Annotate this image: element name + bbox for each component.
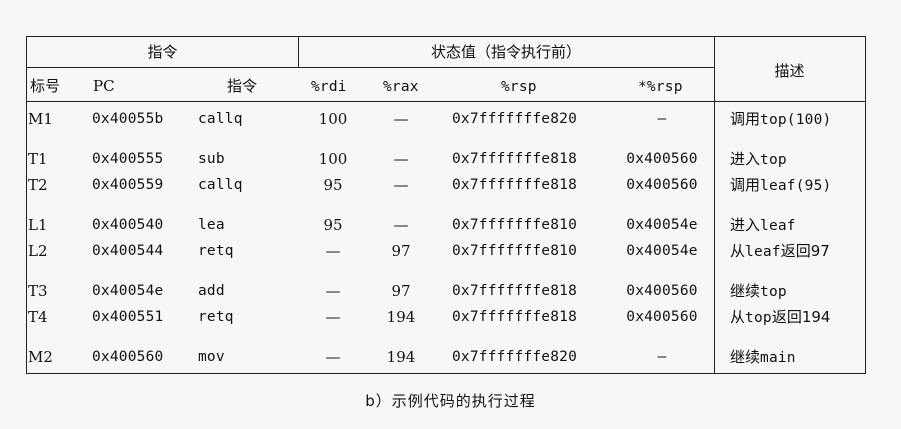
cell-star-rsp: 0x40054e: [626, 243, 698, 259]
cell-star-rsp: 0x400560: [626, 283, 698, 299]
cell-rdi: 95: [323, 216, 343, 234]
execution-trace-table: 指令 状态值（指令执行前） 描述 标号 PC 指令 %rdi %rax %rsp…: [26, 36, 866, 374]
cell-rsp: 0x7fffffffe820: [452, 111, 578, 127]
header-bottom-rule: [27, 101, 865, 102]
header-label: 标号: [30, 77, 61, 95]
description-code: main: [760, 350, 796, 366]
description-suffix: 返回194: [771, 308, 831, 326]
cell-label: T2: [28, 176, 48, 194]
cell-label: L2: [28, 242, 48, 260]
cell-pc: 0x400544: [92, 243, 164, 259]
header-divider: [27, 67, 714, 68]
cell-rsp: 0x7fffffffe818: [452, 309, 578, 325]
cell-description: 继续top: [730, 281, 787, 302]
cell-rdi: —: [325, 282, 341, 300]
cell-description: 调用leaf(95): [730, 175, 831, 196]
cell-instr: mov: [198, 349, 225, 365]
header-rsp: %rsp: [501, 79, 537, 95]
description-text: 进入: [730, 150, 761, 168]
cell-rdi: 95: [323, 176, 343, 194]
header-pc: PC: [93, 77, 115, 95]
description-code: leaf: [760, 218, 796, 234]
cell-description: 从leaf返回97: [730, 241, 830, 262]
cell-rsp: 0x7fffffffe810: [452, 243, 578, 259]
cell-instr: retq: [198, 309, 234, 325]
description-code: leaf: [745, 244, 781, 260]
header-description: 描述: [774, 62, 805, 80]
cell-instr: callq: [198, 111, 243, 127]
header-star-rsp: *%rsp: [638, 79, 683, 95]
description-code: top(100): [760, 112, 832, 128]
cell-rdi: —: [325, 348, 341, 366]
cell-instr: retq: [198, 243, 234, 259]
col-divider-desc: [714, 37, 715, 373]
cell-pc: 0x400555: [92, 151, 164, 167]
cell-instr: add: [198, 283, 225, 299]
description-suffix: 返回97: [780, 242, 830, 260]
cell-star-rsp: —: [657, 111, 667, 127]
description-code: top: [760, 284, 787, 300]
cell-label: T3: [28, 282, 48, 300]
header-rax: %rax: [383, 79, 419, 95]
cell-rax: 194: [386, 348, 416, 366]
description-text: 继续: [730, 282, 761, 300]
figure-caption: b）示例代码的执行过程: [365, 392, 536, 410]
description-text: 进入: [730, 216, 761, 234]
description-text: 继续: [730, 348, 761, 366]
cell-label: L1: [28, 216, 48, 234]
description-code: top: [745, 310, 772, 326]
cell-instr: lea: [198, 217, 225, 233]
cell-rax: —: [393, 150, 409, 168]
cell-label: M2: [28, 348, 53, 366]
cell-rsp: 0x7fffffffe818: [452, 177, 578, 193]
cell-rdi: 100: [318, 150, 348, 168]
cell-rdi: —: [325, 308, 341, 326]
cell-description: 从top返回194: [730, 307, 830, 328]
cell-pc: 0x400540: [92, 217, 164, 233]
cell-label: M1: [28, 110, 53, 128]
description-text: 调用: [730, 176, 761, 194]
header-group-state: 状态值（指令执行前）: [430, 43, 581, 61]
cell-pc: 0x400559: [92, 177, 164, 193]
cell-rsp: 0x7fffffffe820: [452, 349, 578, 365]
cell-rsp: 0x7fffffffe818: [452, 283, 578, 299]
header-instr: 指令: [227, 77, 258, 95]
cell-label: T4: [28, 308, 48, 326]
cell-rax: 97: [391, 242, 411, 260]
cell-description: 调用top(100): [730, 109, 831, 130]
cell-rax: —: [393, 176, 409, 194]
description-text: 从: [730, 308, 746, 326]
cell-star-rsp: 0x400560: [626, 309, 698, 325]
cell-pc: 0x400560: [92, 349, 164, 365]
cell-rsp: 0x7fffffffe810: [452, 217, 578, 233]
cell-description: 进入leaf: [730, 215, 796, 236]
cell-rax: —: [393, 216, 409, 234]
description-text: 调用: [730, 110, 761, 128]
cell-star-rsp: —: [657, 349, 667, 365]
description-code: top: [760, 152, 787, 168]
cell-instr: sub: [198, 151, 225, 167]
cell-rdi: 100: [318, 110, 348, 128]
cell-pc: 0x40055b: [92, 111, 164, 127]
description-code: leaf(95): [760, 178, 832, 194]
cell-star-rsp: 0x400560: [626, 151, 698, 167]
header-rdi: %rdi: [311, 79, 347, 95]
description-text: 从: [730, 242, 746, 260]
cell-pc: 0x400551: [92, 309, 164, 325]
cell-rsp: 0x7fffffffe818: [452, 151, 578, 167]
cell-instr: callq: [198, 177, 243, 193]
cell-rax: 97: [391, 282, 411, 300]
cell-rax: —: [393, 110, 409, 128]
cell-star-rsp: 0x40054e: [626, 217, 698, 233]
cell-rdi: —: [325, 242, 341, 260]
cell-label: T1: [28, 150, 48, 168]
cell-pc: 0x40054e: [92, 283, 164, 299]
header-group-instruction: 指令: [147, 43, 178, 61]
cell-star-rsp: 0x400560: [626, 177, 698, 193]
cell-rax: 194: [386, 308, 416, 326]
cell-description: 继续main: [730, 347, 796, 368]
cell-description: 进入top: [730, 149, 787, 170]
